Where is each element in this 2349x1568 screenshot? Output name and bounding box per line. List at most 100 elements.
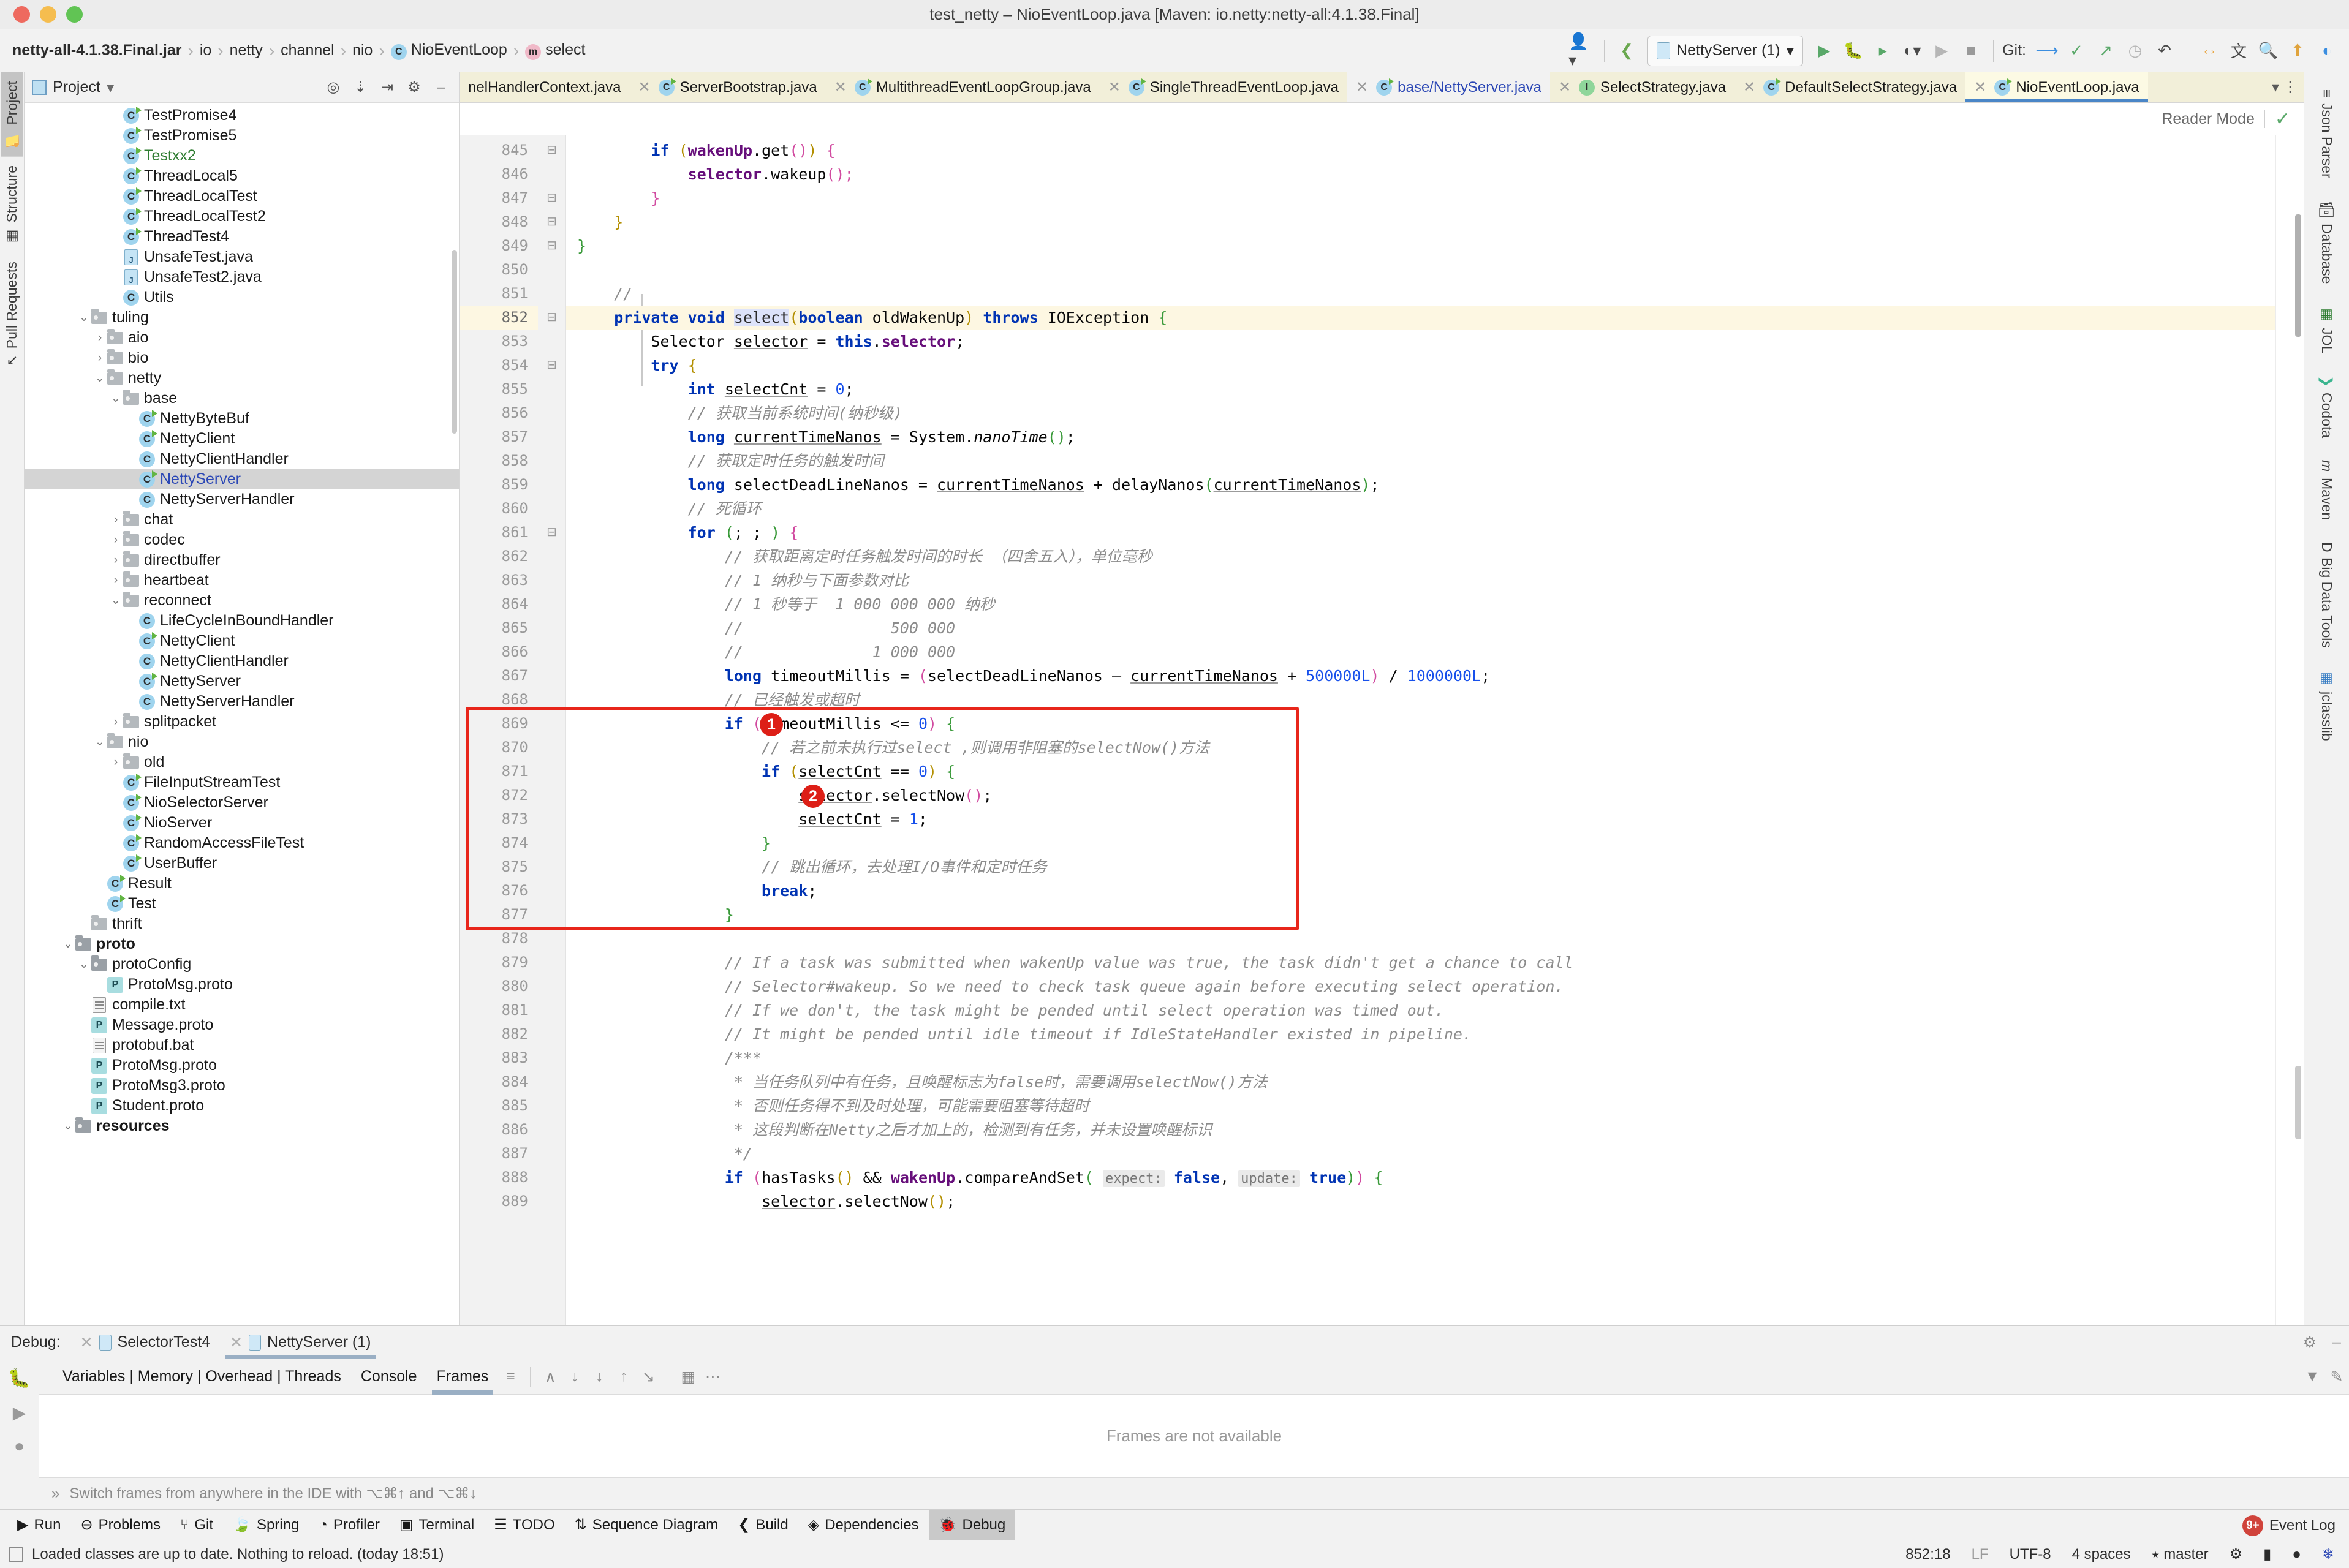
- evaluate-icon[interactable]: ▦: [676, 1365, 700, 1389]
- upload-icon[interactable]: ⬆: [2284, 37, 2311, 64]
- tree-row[interactable]: protobuf.bat: [25, 1035, 459, 1055]
- sidebar-item-json-parser[interactable]: ≡ Json Parser: [2316, 78, 2337, 189]
- code-line[interactable]: // 跳出循环，去处理I/O事件和定时任务: [566, 855, 2275, 879]
- tree-row[interactable]: ⌄ reconnect: [25, 590, 459, 611]
- mute-breakpoints-icon[interactable]: ●: [14, 1436, 25, 1456]
- run-configuration-selector[interactable]: NettyServer (1) ▾: [1647, 35, 1804, 66]
- tree-row[interactable]: P ProtoMsg3.proto: [25, 1076, 459, 1096]
- tree-row[interactable]: C UserBuffer: [25, 853, 459, 873]
- hide-icon[interactable]: –: [431, 77, 452, 98]
- close-icon[interactable]: ✕: [1559, 78, 1571, 96]
- chevron-down-icon[interactable]: ▾: [2272, 78, 2279, 96]
- sidebar-item-database[interactable]: 🗃 Database: [2316, 189, 2338, 295]
- debug-session-tab-selectortest4[interactable]: ✕ SelectorTest4: [72, 1326, 219, 1359]
- tree-row[interactable]: ⌄ base: [25, 388, 459, 409]
- code-line[interactable]: if (timeoutMillis <= 0) {: [566, 712, 2275, 736]
- code-line[interactable]: private void select(boolean oldWakenUp) …: [566, 306, 2275, 330]
- step-over-icon[interactable]: ↓: [562, 1365, 587, 1389]
- code-line[interactable]: // If a task was submitted when wakenUp …: [566, 951, 2275, 974]
- rerun-icon[interactable]: ▶: [1928, 37, 1955, 64]
- code-line[interactable]: //: [566, 282, 2275, 306]
- close-icon[interactable]: ✕: [1108, 78, 1121, 96]
- code-line[interactable]: // It might be pended until idle timeout…: [566, 1022, 2275, 1046]
- translate-icon[interactable]: 文: [2225, 37, 2252, 64]
- tree-row[interactable]: C Result: [25, 873, 459, 894]
- tree-row[interactable]: C NettyServerHandler: [25, 692, 459, 712]
- code-line[interactable]: for (; ; ) {: [566, 521, 2275, 545]
- history-icon[interactable]: ◷: [2122, 37, 2149, 64]
- indent-setting[interactable]: 4 spaces: [2066, 1546, 2137, 1563]
- tab-variables-memory-overhead-threads[interactable]: Variables | Memory | Overhead | Threads: [53, 1359, 351, 1395]
- bottom-tool-bar[interactable]: ▶ Run ⊖ Problems ⑂ Git 🍃 Spring ◔ Profiler ▣ Termin…: [0, 1509, 2349, 1540]
- edit-icon[interactable]: ✎: [2324, 1365, 2349, 1389]
- tree-row[interactable]: › chat: [25, 510, 459, 530]
- tree-row[interactable]: C NettyByteBuf: [25, 409, 459, 429]
- notification-icon[interactable]: ●: [2286, 1546, 2307, 1563]
- editor-tab[interactable]: ✕ C NioEventLoop.java: [1965, 72, 2148, 102]
- code-editor[interactable]: 845 846 847 848 849 850 851 852 853 854 855 856 857 8…: [460, 135, 2304, 1325]
- tree-row[interactable]: C LifeCycleInBoundHandler: [25, 611, 459, 631]
- code-line[interactable]: selectCnt = 1;: [566, 807, 2275, 831]
- collapse-all-icon[interactable]: ⇥: [377, 77, 398, 98]
- tree-row[interactable]: C NettyClient: [25, 631, 459, 651]
- minimize-icon[interactable]: –: [2324, 1330, 2349, 1355]
- bottom-tool-profiler[interactable]: ◔ Profiler: [309, 1510, 390, 1540]
- editor-tab[interactable]: ✕ C SingleThreadEventLoop.java: [1100, 72, 1347, 102]
- code-line[interactable]: // 获取当前系统时间(纳秒级): [566, 401, 2275, 425]
- code-line[interactable]: selector.wakeup();: [566, 162, 2275, 186]
- chevron-right-icon[interactable]: ›: [109, 533, 123, 547]
- chevron-down-icon[interactable]: ⌄: [61, 1119, 75, 1133]
- tree-row[interactable]: P Message.proto: [25, 1015, 459, 1035]
- settings-icon[interactable]: ⋯: [700, 1365, 725, 1389]
- code-line[interactable]: }: [566, 210, 2275, 234]
- bottom-tool-spring[interactable]: 🍃 Spring: [223, 1510, 309, 1540]
- run-to-cursor-icon[interactable]: ↘: [636, 1365, 660, 1389]
- tree-row[interactable]: C ThreadLocalTest2: [25, 206, 459, 227]
- breadcrumb-item-nio[interactable]: nio: [349, 42, 376, 59]
- code-line[interactable]: // 死循环: [566, 497, 2275, 521]
- sidebar-item-big-data-tools[interactable]: D Big Data Tools: [2316, 531, 2337, 660]
- tree-row[interactable]: J UnsafeTest2.java: [25, 267, 459, 287]
- tree-row[interactable]: C ThreadLocalTest: [25, 186, 459, 206]
- tree-row[interactable]: C NettyClientHandler: [25, 449, 459, 469]
- chevron-right-icon[interactable]: ›: [109, 715, 123, 729]
- code-line[interactable]: // 1 秒等于 1 000 000 000 纳秒: [566, 592, 2275, 616]
- caret-position[interactable]: 852:18: [1899, 1546, 1956, 1563]
- close-icon[interactable]: ✕: [638, 78, 650, 96]
- tree-row[interactable]: P Student.proto: [25, 1096, 459, 1116]
- tree-row[interactable]: › directbuffer: [25, 550, 459, 570]
- file-encoding[interactable]: UTF-8: [2003, 1546, 2057, 1563]
- chevron-right-icon[interactable]: ›: [109, 756, 123, 769]
- tree-row[interactable]: C NettyServer: [25, 671, 459, 692]
- editor-tab[interactable]: ✕ Cbase/NettyServer.java: [1347, 72, 1550, 102]
- chevron-down-icon[interactable]: ⌄: [61, 937, 75, 951]
- chevron-right-icon[interactable]: ›: [93, 331, 107, 345]
- editor-tab-bar[interactable]: nelHandlerContext.java ✕ C ServerBootstrap.…: [460, 72, 2304, 103]
- git-branch[interactable]: ⭑ master: [2146, 1546, 2215, 1563]
- chevron-down-icon[interactable]: ⌄: [109, 594, 123, 608]
- chevron-down-icon[interactable]: ⌄: [109, 391, 123, 405]
- fold-toggle-icon[interactable]: ⊟: [538, 353, 566, 377]
- chevron-right-icon[interactable]: ›: [109, 554, 123, 567]
- ai-icon[interactable]: ◐: [2313, 37, 2340, 64]
- chevron-down-icon[interactable]: ⌄: [93, 735, 107, 749]
- tree-row[interactable]: ⌄ proto: [25, 934, 459, 954]
- code-line[interactable]: }: [566, 831, 2275, 855]
- code-line[interactable]: [566, 258, 2275, 282]
- fold-toggle-icon[interactable]: ⊟: [538, 186, 566, 210]
- filter-icon[interactable]: ▼: [2300, 1365, 2324, 1389]
- bottom-tool-run[interactable]: ▶ Run: [7, 1510, 71, 1540]
- chevron-down-icon[interactable]: ▾: [107, 78, 115, 97]
- tree-row[interactable]: C Utils: [25, 287, 459, 307]
- tree-row[interactable]: C NettyClientHandler: [25, 651, 459, 671]
- breadcrumb-item-netty[interactable]: netty: [226, 42, 267, 59]
- code-line[interactable]: }: [566, 903, 2275, 927]
- editor-tab[interactable]: ✕ C ServerBootstrap.java: [629, 72, 825, 102]
- force-step-into-icon[interactable]: ∧: [538, 1365, 562, 1389]
- tree-row[interactable]: C NettyServer: [25, 469, 459, 489]
- code-line[interactable]: if (wakenUp.get()) {: [566, 138, 2275, 162]
- editor-tab[interactable]: ✕ C MultithreadEventLoopGroup.java: [826, 72, 1100, 102]
- sidebar-item-project[interactable]: 📁 Project: [1, 72, 23, 157]
- code-line[interactable]: // If we don't, the task might be pended…: [566, 998, 2275, 1022]
- locate-icon[interactable]: ◎: [323, 77, 344, 98]
